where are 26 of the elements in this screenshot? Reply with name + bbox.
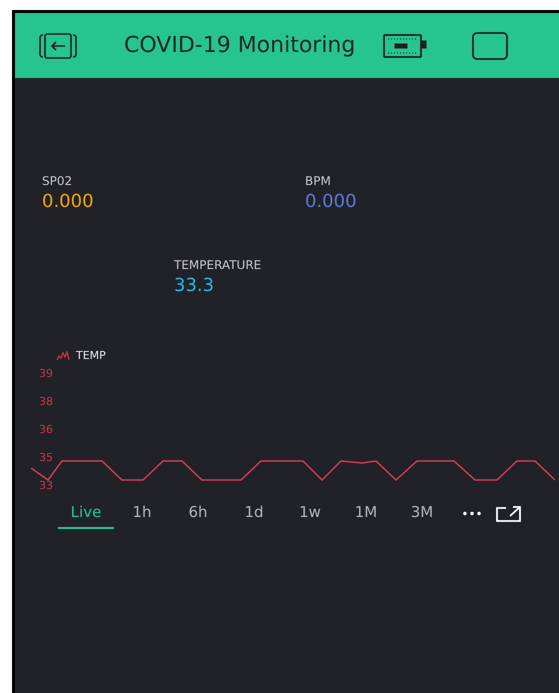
display-label: SP02	[42, 175, 74, 187]
exit-icon[interactable]	[38, 32, 78, 60]
line-chart-icon	[56, 351, 70, 362]
time-range-tab[interactable]: 6h	[170, 498, 226, 528]
device-icon[interactable]	[383, 32, 428, 58]
more-button[interactable]: •••	[452, 498, 492, 528]
display-label: TEMPERATURE	[174, 259, 262, 271]
y-axis-label: 36	[39, 422, 54, 436]
display-value: 0.000	[305, 193, 357, 211]
y-axis-label: 35	[39, 450, 54, 464]
legend-label: TEMP	[76, 348, 106, 364]
y-axis-label: 39	[39, 366, 54, 380]
time-range-tab[interactable]: 1w	[282, 498, 338, 528]
time-range-tab[interactable]: 1M	[338, 498, 394, 528]
y-axis-label: 33	[39, 478, 54, 492]
display-value: 33.3	[174, 277, 216, 295]
display-label: BPM	[305, 175, 332, 187]
display-value: 0.000	[42, 193, 95, 211]
time-range-tab[interactable]: 1h	[114, 498, 170, 528]
expand-icon[interactable]	[496, 506, 522, 522]
time-range-tab[interactable]: Live	[58, 498, 114, 528]
time-range-tab[interactable]: 1d	[226, 498, 282, 528]
app-title: COVID-19 Monitoring	[124, 32, 356, 60]
time-range-tab[interactable]: 3M	[394, 498, 450, 528]
square-icon[interactable]	[472, 32, 508, 60]
y-axis-label: 38	[39, 394, 54, 408]
